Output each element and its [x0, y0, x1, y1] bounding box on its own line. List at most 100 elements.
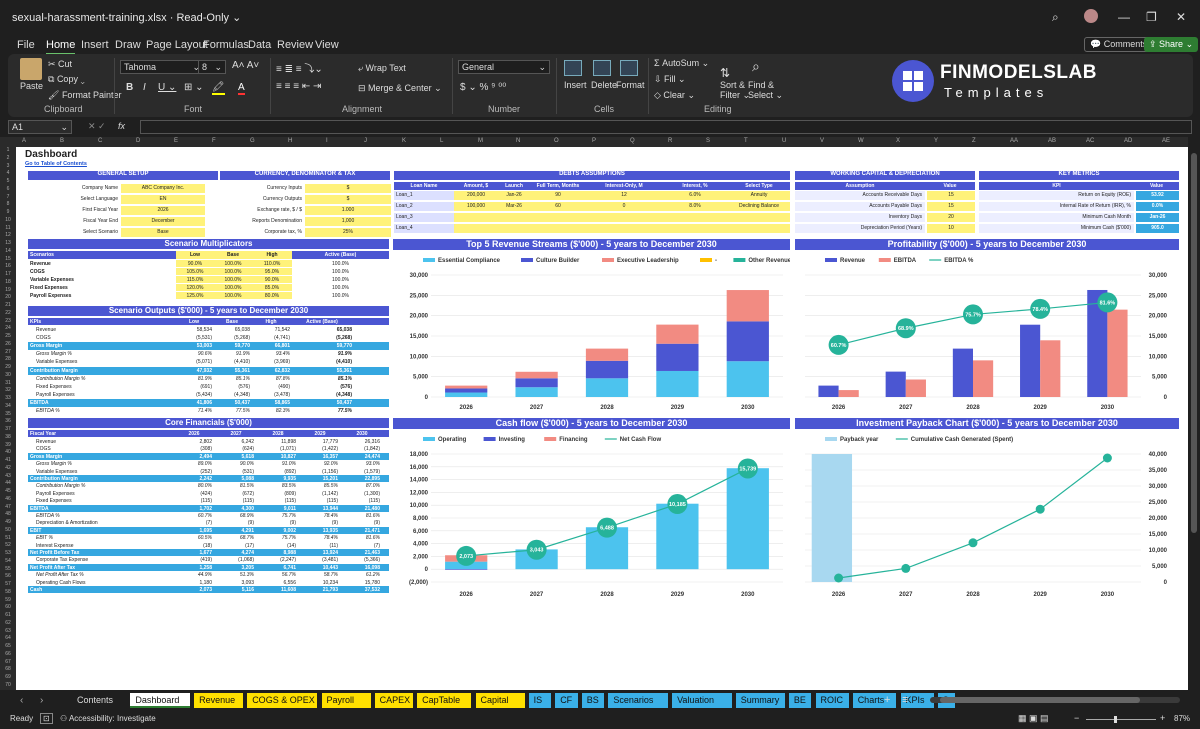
row-header[interactable]: 31: [0, 380, 16, 386]
column-header[interactable]: R: [668, 138, 672, 144]
row-header[interactable]: 10: [0, 217, 16, 223]
horizontal-scrollbar[interactable]: [930, 697, 1180, 703]
minimize-icon[interactable]: —: [1118, 10, 1130, 24]
format-painter-button[interactable]: 🖌 Format Painter: [48, 90, 121, 101]
row-header[interactable]: 52: [0, 542, 16, 548]
row-header[interactable]: 51: [0, 535, 16, 541]
row-header[interactable]: 25: [0, 333, 16, 339]
row-header[interactable]: 63: [0, 628, 16, 634]
row-header[interactable]: 2: [0, 155, 16, 161]
row-header[interactable]: 43: [0, 473, 16, 479]
row-header[interactable]: 8: [0, 201, 16, 207]
borders-icon[interactable]: ⊞ ⌄: [184, 82, 204, 93]
debts-input-row[interactable]: [454, 213, 790, 222]
row-header[interactable]: 38: [0, 434, 16, 440]
row-header[interactable]: 9: [0, 209, 16, 215]
row-header[interactable]: 19: [0, 287, 16, 293]
row-header[interactable]: 20: [0, 294, 16, 300]
sheet-tab[interactable]: COGS & OPEX: [247, 693, 318, 708]
row-header[interactable]: 62: [0, 620, 16, 626]
tab-prev-icon[interactable]: ‹: [20, 695, 23, 706]
column-header[interactable]: Q: [630, 138, 635, 144]
row-header[interactable]: 67: [0, 659, 16, 665]
row-header[interactable]: 59: [0, 597, 16, 603]
wrap-text-button[interactable]: ⤶ Wrap Text: [358, 63, 406, 74]
paste-button[interactable]: Paste: [20, 81, 43, 91]
currency-icon[interactable]: $ ⌄ % ⁹ ⁰⁰: [460, 82, 506, 93]
align-left-icon[interactable]: ≡ ≡ ≡ ⇤ ⇥: [276, 81, 321, 92]
fill-color-icon[interactable]: 🖍: [212, 82, 225, 95]
row-header[interactable]: 24: [0, 325, 16, 331]
row-header[interactable]: 13: [0, 240, 16, 246]
zoom-out-icon[interactable]: −: [1074, 713, 1079, 723]
format-cells-button[interactable]: Format: [616, 80, 645, 90]
row-header[interactable]: 49: [0, 519, 16, 525]
debts-input-row[interactable]: [454, 224, 790, 233]
row-header[interactable]: 5: [0, 178, 16, 184]
bold-button[interactable]: B: [126, 82, 133, 93]
menu-page-layout[interactable]: Page Layout: [146, 39, 208, 51]
sheet-tab[interactable]: CAPEX: [374, 693, 414, 708]
column-header[interactable]: U: [782, 138, 786, 144]
column-header[interactable]: A: [22, 138, 26, 144]
row-header[interactable]: 7: [0, 194, 16, 200]
share-button[interactable]: ⇪ Share ⌄: [1144, 37, 1199, 52]
row-header[interactable]: 12: [0, 232, 16, 238]
tab-next-icon[interactable]: ›: [40, 695, 43, 706]
column-header[interactable]: I: [326, 138, 328, 144]
column-header[interactable]: O: [554, 138, 559, 144]
column-header[interactable]: Z: [972, 138, 976, 144]
column-header[interactable]: G: [250, 138, 255, 144]
row-header[interactable]: 58: [0, 589, 16, 595]
column-header[interactable]: V: [820, 138, 824, 144]
row-header[interactable]: 4: [0, 170, 16, 176]
row-header[interactable]: 56: [0, 573, 16, 579]
worksheet[interactable]: Dashboard Go to Table of Contents GENERA…: [16, 147, 1188, 690]
restore-icon[interactable]: ❐: [1146, 10, 1157, 24]
search-icon[interactable]: ⌕: [1052, 10, 1059, 25]
sheet-tab[interactable]: CapTable: [417, 693, 472, 708]
row-header[interactable]: 69: [0, 674, 16, 680]
zoom-level[interactable]: 87%: [1174, 714, 1190, 723]
column-header[interactable]: M: [478, 138, 483, 144]
row-header[interactable]: 40: [0, 449, 16, 455]
vertical-scrollbar[interactable]: [1188, 137, 1200, 690]
column-header[interactable]: AC: [1086, 138, 1094, 144]
column-header[interactable]: AA: [1010, 138, 1018, 144]
sheet-tab[interactable]: Summary: [735, 693, 785, 708]
menu-formulas[interactable]: Formulas: [203, 39, 249, 51]
row-header[interactable]: 29: [0, 364, 16, 370]
row-header[interactable]: 17: [0, 271, 16, 277]
row-header[interactable]: 39: [0, 442, 16, 448]
sheet-tab[interactable]: Capital: [475, 693, 525, 708]
row-header[interactable]: 21: [0, 302, 16, 308]
row-header[interactable]: 61: [0, 612, 16, 618]
row-header[interactable]: 14: [0, 248, 16, 254]
row-header[interactable]: 37: [0, 426, 16, 432]
row-header[interactable]: 32: [0, 387, 16, 393]
column-header[interactable]: C: [98, 138, 102, 144]
row-header[interactable]: 68: [0, 666, 16, 672]
sheet-tab[interactable]: Valuation: [672, 693, 732, 708]
menu-data[interactable]: Data: [248, 39, 271, 51]
row-header[interactable]: 3: [0, 163, 16, 169]
column-header[interactable]: D: [136, 138, 140, 144]
sort-filter-icon[interactable]: ⇅: [720, 66, 730, 80]
sheet-tab[interactable]: BS: [581, 693, 605, 708]
row-header[interactable]: 54: [0, 558, 16, 564]
delete-cells-button[interactable]: Delete: [591, 80, 617, 90]
column-header[interactable]: X: [896, 138, 900, 144]
close-icon[interactable]: ✕: [1176, 10, 1186, 24]
sheet-list-icon[interactable]: ≡: [902, 694, 908, 706]
row-header[interactable]: 22: [0, 310, 16, 316]
menu-review[interactable]: Review: [277, 39, 313, 51]
row-header[interactable]: 27: [0, 349, 16, 355]
find-select-button[interactable]: Find & Select ⌄: [748, 80, 783, 101]
column-header[interactable]: L: [440, 138, 443, 144]
menu-insert[interactable]: Insert: [81, 39, 109, 51]
font-color-icon[interactable]: A: [238, 82, 245, 95]
row-header[interactable]: 50: [0, 527, 16, 533]
menu-file[interactable]: File: [17, 39, 35, 51]
menu-view[interactable]: View: [315, 39, 339, 51]
row-header[interactable]: 6: [0, 186, 16, 192]
